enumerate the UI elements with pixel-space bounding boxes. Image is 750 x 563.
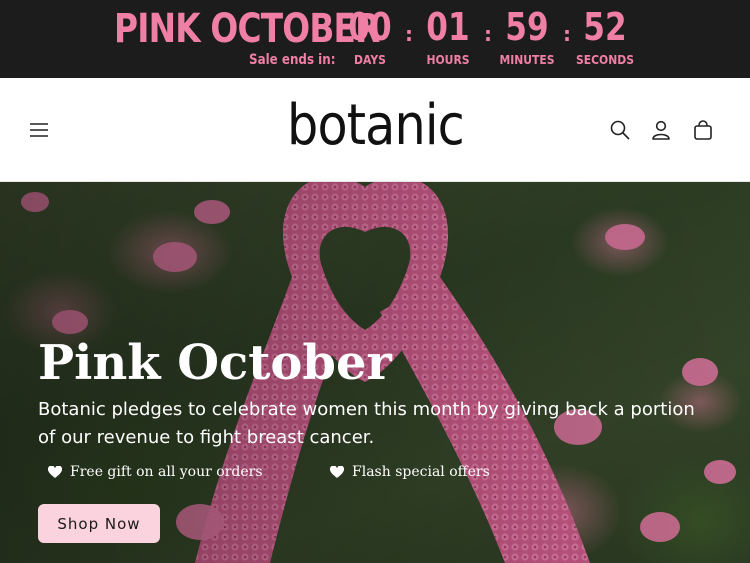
countdown-days: 00 DAYS — [330, 4, 410, 68]
heart-icon — [330, 465, 344, 478]
countdown-seconds-label: SECONDS — [575, 53, 635, 67]
feature-free-gift: Free gift on all your orders — [48, 464, 263, 480]
countdown-days-label: DAYS — [354, 53, 386, 67]
countdown-hours: 01 HOURS — [408, 4, 488, 68]
site-logo-text: botanic — [286, 93, 465, 158]
search-icon[interactable] — [604, 114, 636, 146]
feature-label: Free gift on all your orders — [70, 464, 263, 480]
heart-icon — [48, 465, 62, 478]
countdown-hours-value: 01 — [426, 5, 470, 49]
cart-icon[interactable] — [687, 114, 719, 146]
hero-title: Pink October — [38, 335, 392, 391]
shop-now-button[interactable]: Shop Now — [38, 504, 160, 543]
countdown-days-value: 00 — [348, 5, 392, 49]
countdown-minutes-value: 59 — [505, 5, 549, 49]
countdown-hours-label: HOURS — [426, 53, 470, 67]
hero-subtitle: Botanic pledges to celebrate women this … — [38, 399, 695, 448]
feature-flash-offers: Flash special offers — [330, 464, 490, 480]
feature-label: Flash special offers — [352, 464, 490, 480]
countdown-banner: PINK OCTOBER Sale ends in: 00 DAYS : 01 … — [0, 0, 750, 78]
hero-banner: Pink October Botanic pledges to celebrat… — [0, 182, 750, 563]
countdown-minutes: 59 MINUTES — [487, 4, 567, 68]
site-header: botanic — [0, 78, 750, 182]
countdown-seconds: 52 SECONDS — [565, 4, 645, 68]
sale-ends-label: Sale ends in: — [249, 52, 336, 68]
countdown-seconds-value: 52 — [583, 5, 627, 49]
site-logo[interactable]: botanic — [0, 94, 750, 158]
account-icon[interactable] — [645, 114, 677, 146]
countdown-minutes-label: MINUTES — [499, 53, 555, 67]
